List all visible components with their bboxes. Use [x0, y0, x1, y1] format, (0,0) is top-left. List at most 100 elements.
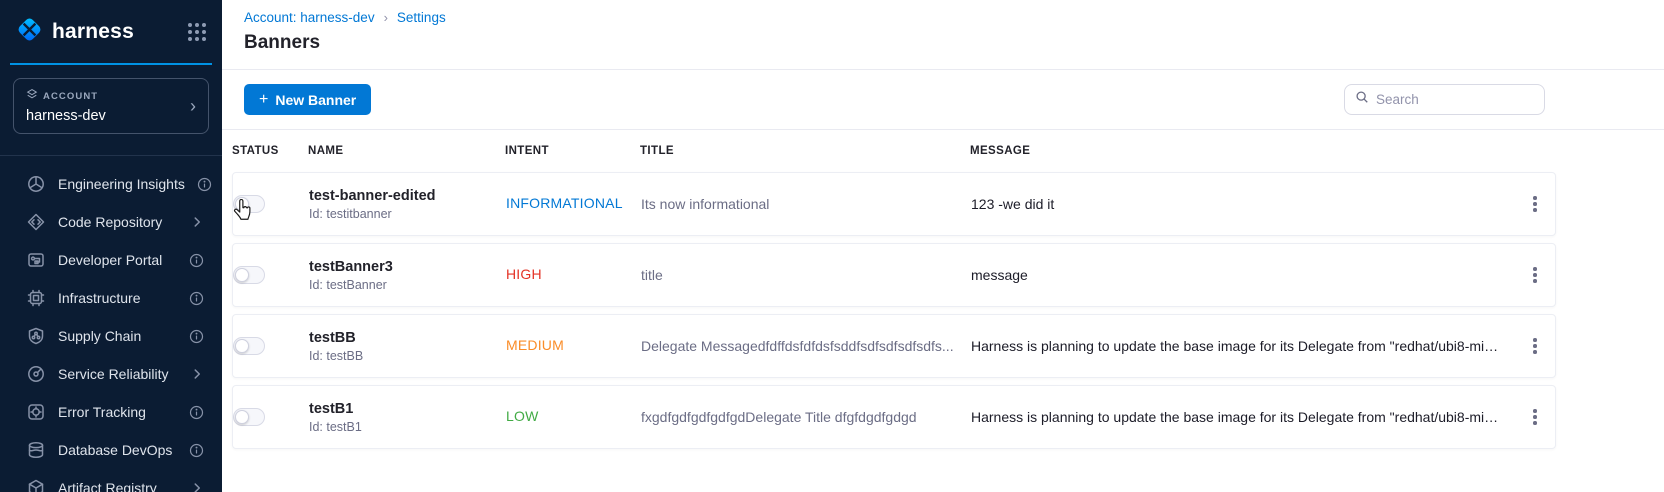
row-menu-button[interactable] — [1527, 190, 1543, 218]
sidebar-item-label: Supply Chain — [58, 328, 141, 344]
supply-chain-icon — [26, 326, 46, 346]
sidebar-item-label: Database DevOps — [58, 442, 172, 458]
sidebar-item-database-devops[interactable]: Database DevOps — [0, 431, 222, 469]
sidebar-item-label: Infrastructure — [58, 290, 140, 306]
sidebar-item-infrastructure[interactable]: Infrastructure — [0, 279, 222, 317]
sidebar: harness ACCOUNT harness-dev › — [0, 0, 222, 492]
account-label: ACCOUNT — [43, 91, 98, 102]
banner-id: Id: testBanner — [309, 278, 506, 292]
info-icon[interactable] — [197, 177, 212, 192]
table-row: test-banner-edited Id: testitbanner INFO… — [232, 172, 1556, 236]
sidebar-item-label: Error Tracking — [58, 404, 146, 420]
harness-logo-icon — [15, 15, 44, 49]
new-banner-button[interactable]: + New Banner — [244, 84, 371, 115]
breadcrumb-separator-icon: › — [384, 10, 388, 25]
sidebar-item-label: Service Reliability — [58, 366, 168, 382]
database-devops-icon — [26, 440, 46, 460]
banner-name: testBB — [309, 330, 506, 346]
info-icon[interactable] — [189, 253, 204, 268]
banner-message: 123 -we did it — [971, 196, 1515, 212]
account-name: harness-dev — [26, 108, 106, 124]
page-header: Account: harness-dev › Settings Banners — [222, 0, 1664, 70]
sidebar-item-developer-portal[interactable]: Developer Portal — [0, 241, 222, 279]
table-body: test-banner-edited Id: testitbanner INFO… — [232, 172, 1556, 449]
banner-name: test-banner-edited — [309, 188, 506, 204]
app-root: harness ACCOUNT harness-dev › — [0, 0, 1664, 492]
row-menu-button[interactable] — [1527, 261, 1543, 289]
info-icon[interactable] — [189, 291, 204, 306]
banner-message: message — [971, 267, 1515, 283]
infrastructure-icon — [26, 288, 46, 308]
banner-title: fxgdfgdfgdfgdfgdDelegate Title dfgfdgdfg… — [641, 409, 971, 425]
accent-divider — [10, 63, 212, 65]
search-box — [1344, 84, 1545, 115]
column-header-message: MESSAGE — [970, 145, 1516, 157]
harness-logo[interactable]: harness — [15, 15, 134, 49]
search-input[interactable] — [1376, 92, 1534, 107]
table-row: testBanner3 Id: testBanner HIGH title me… — [232, 243, 1556, 307]
sidebar-item-artifact-registry[interactable]: Artifact Registry — [0, 469, 222, 492]
column-header-intent: INTENT — [505, 145, 640, 157]
sidebar-item-code-repository[interactable]: Code Repository — [0, 203, 222, 241]
app-title: harness — [52, 20, 134, 44]
apps-grid-icon[interactable] — [188, 23, 206, 41]
chevron-right-icon: › — [190, 97, 196, 115]
banner-name: testB1 — [309, 401, 506, 417]
sidebar-item-supply-chain[interactable]: Supply Chain — [0, 317, 222, 355]
info-icon[interactable] — [189, 405, 204, 420]
layers-icon — [26, 87, 38, 105]
sidebar-item-service-reliability[interactable]: Service Reliability — [0, 355, 222, 393]
sidebar-item-error-tracking[interactable]: Error Tracking — [0, 393, 222, 431]
banner-title: Its now informational — [641, 196, 971, 212]
row-menu-button[interactable] — [1527, 332, 1543, 360]
breadcrumb-settings-link[interactable]: Settings — [397, 10, 446, 25]
sidebar-item-label: Engineering Insights — [58, 176, 185, 192]
column-header-status: STATUS — [232, 145, 308, 157]
banner-name: testBanner3 — [309, 259, 506, 275]
error-tracking-icon — [26, 402, 46, 422]
intent-badge: LOW — [506, 408, 539, 424]
chevron-right-icon[interactable] — [190, 367, 204, 381]
account-selector[interactable]: ACCOUNT harness-dev › — [13, 78, 209, 134]
info-icon[interactable] — [189, 443, 204, 458]
search-icon — [1355, 90, 1369, 109]
column-header-title: TITLE — [640, 145, 970, 157]
chevron-right-icon[interactable] — [190, 215, 204, 229]
banners-table: STATUS NAME INTENT TITLE MESSAGE test-ba… — [232, 130, 1556, 449]
sidebar-item-engineering-insights[interactable]: Engineering Insights — [0, 165, 222, 203]
breadcrumb: Account: harness-dev › Settings — [244, 10, 1644, 25]
intent-badge: INFORMATIONAL — [506, 195, 623, 211]
engineering-insights-icon — [26, 174, 46, 194]
banner-title: Delegate Messagedfdffdsfdfdsfsddfsdfsdfs… — [641, 338, 971, 354]
plus-icon: + — [259, 92, 268, 108]
column-header-name: NAME — [308, 145, 505, 157]
info-icon[interactable] — [189, 329, 204, 344]
intent-badge: HIGH — [506, 266, 542, 282]
sidebar-item-label: Developer Portal — [58, 252, 162, 268]
banner-id: Id: testBB — [309, 349, 506, 363]
code-repository-icon — [26, 212, 46, 232]
developer-portal-icon — [26, 250, 46, 270]
banner-id: Id: testB1 — [309, 420, 506, 434]
banner-message: Harness is planning to update the base i… — [971, 338, 1515, 354]
service-reliability-icon — [26, 364, 46, 384]
table-header-row: STATUS NAME INTENT TITLE MESSAGE — [232, 130, 1556, 172]
intent-badge: MEDIUM — [506, 337, 564, 353]
toolbar: + New Banner — [222, 70, 1664, 130]
table-row: testB1 Id: testB1 LOW fxgdfgdfgdfgdfgdDe… — [232, 385, 1556, 449]
status-toggle[interactable] — [233, 408, 265, 426]
chevron-right-icon[interactable] — [190, 481, 204, 492]
status-toggle[interactable] — [233, 266, 265, 284]
breadcrumb-account-link[interactable]: Account: harness-dev — [244, 10, 375, 25]
banner-message: Harness is planning to update the base i… — [971, 409, 1515, 425]
main-content: Account: harness-dev › Settings Banners … — [222, 0, 1664, 492]
status-toggle[interactable] — [233, 337, 265, 355]
status-toggle[interactable] — [233, 195, 265, 213]
new-banner-label: New Banner — [275, 92, 356, 108]
sidebar-menu: Engineering Insights Code Repository Dev… — [0, 156, 222, 492]
row-menu-button[interactable] — [1527, 403, 1543, 431]
sidebar-item-label: Artifact Registry — [58, 480, 157, 492]
table-row: testBB Id: testBB MEDIUM Delegate Messag… — [232, 314, 1556, 378]
page-title: Banners — [244, 32, 1644, 54]
artifact-registry-icon — [26, 478, 46, 492]
